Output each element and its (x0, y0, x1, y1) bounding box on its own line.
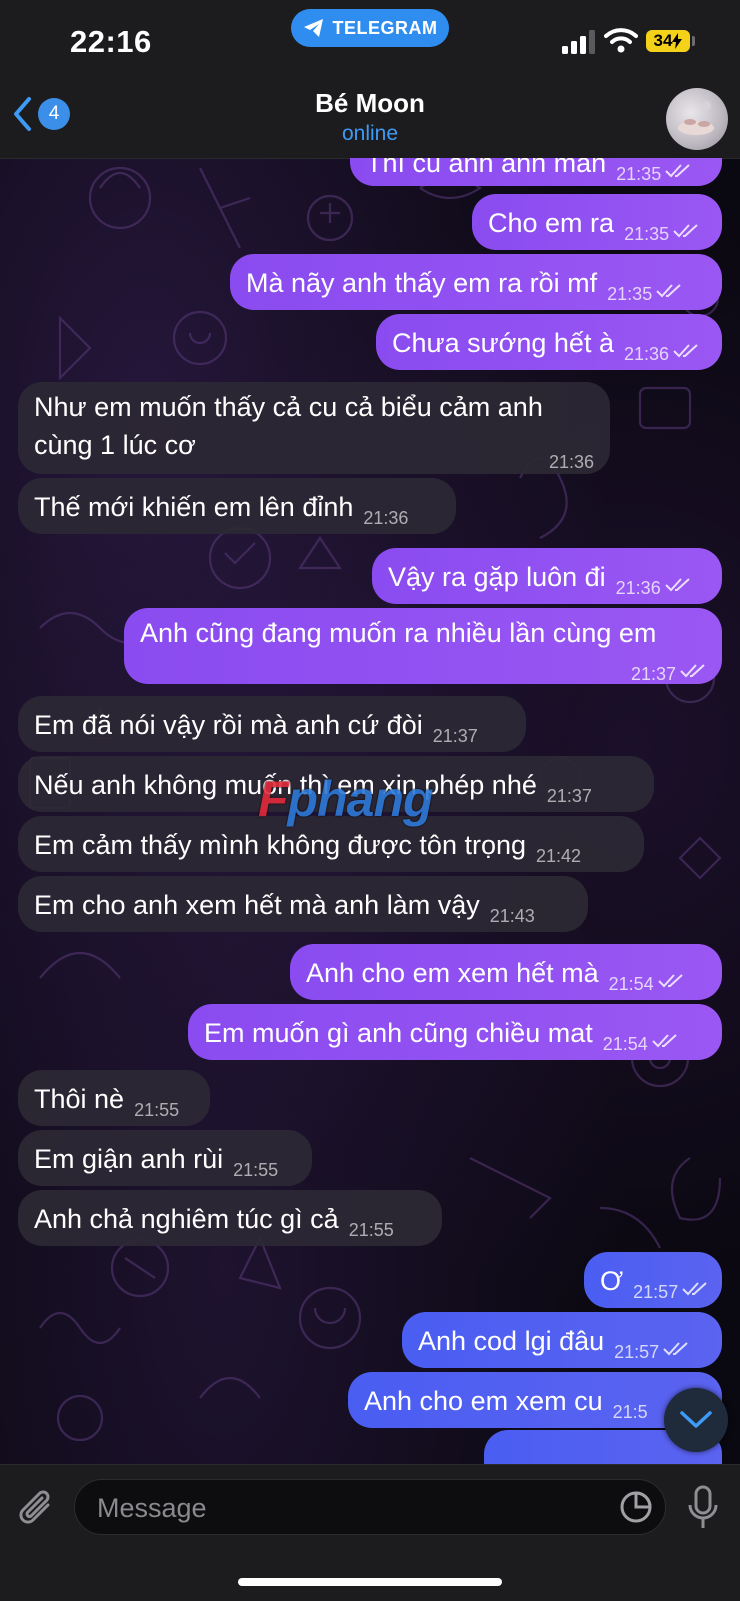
message-outgoing[interactable]: Anh cod lgi đâu 21:57 (402, 1312, 722, 1368)
double-check-icon (680, 664, 705, 678)
message-time: 21:5 (612, 1402, 648, 1422)
message-outgoing[interactable]: Em muốn gì anh cũng chiều mat 21:54 (188, 1004, 722, 1060)
message-outgoing[interactable]: Vậy ra gặp luôn đi 21:36 (372, 548, 722, 604)
message-text: Anh chả nghiêm túc gì cả (34, 1204, 339, 1234)
message-time: 21:35 (616, 164, 662, 184)
message-text: Em cảm thấy mình không được tôn trọng (34, 830, 527, 860)
avatar[interactable] (666, 88, 728, 150)
message-text: Anh cho em xem cu (364, 1386, 603, 1416)
message-text: Em cho anh xem hết mà anh làm vậy (34, 890, 480, 920)
message-outgoing[interactable]: Anh cho em xem hết mà 21:54 (290, 944, 722, 1000)
telegram-pill[interactable]: TELEGRAM (291, 9, 449, 47)
message-time: 21:42 (536, 846, 582, 866)
signal-icon (562, 30, 595, 54)
message-text: Chưa sướng hết à (392, 328, 614, 358)
message-outgoing[interactable]: Ơ 21:57 (584, 1252, 722, 1308)
message-text: Em muốn gì anh cũng chiều mat (204, 1018, 593, 1048)
message-text: Anh cũng đang muốn ra nhiều lần cùng em (140, 618, 657, 648)
double-check-icon (657, 974, 683, 988)
home-indicator (238, 1578, 502, 1586)
battery-level: 34 (653, 31, 673, 50)
message-time: 21:37 (630, 664, 676, 684)
message-time: 21:37 (432, 726, 478, 746)
message-text: Mà nãy anh thấy em ra rồi mf (246, 268, 598, 298)
message-outgoing[interactable]: Thì cu anh anh mãn 21:35 (350, 158, 722, 186)
message-time: 21:35 (607, 284, 653, 304)
microphone-icon[interactable] (686, 1485, 720, 1531)
message-time: 21:36 (363, 508, 409, 528)
avatar-image (678, 101, 714, 135)
status-time: 22:16 (70, 24, 152, 59)
message-incoming[interactable]: Em cho anh xem hết mà anh làm vậy 21:43 (18, 876, 588, 932)
message-incoming[interactable]: Thế mới khiến em lên đỉnh 21:36 (18, 478, 456, 534)
scroll-down-button[interactable] (664, 1388, 728, 1452)
message-text: Thế mới khiến em lên đỉnh (34, 492, 354, 522)
message-input[interactable] (95, 1490, 579, 1526)
message-outgoing[interactable]: Anh cũng đang muốn ra nhiều lần cùng em … (124, 608, 722, 684)
paperclip-icon[interactable] (18, 1487, 58, 1531)
message-text: Em giận anh rùi (34, 1144, 224, 1174)
watermark-logo: Fphang (258, 770, 434, 828)
chat-status: online (341, 122, 399, 145)
message-time: 21:54 (602, 1034, 648, 1054)
message-time: 21:55 (348, 1220, 394, 1240)
message-time: 21:36 (615, 578, 661, 598)
message-time: 21:55 (233, 1160, 279, 1180)
message-incoming[interactable]: Em giận anh rùi 21:55 (18, 1130, 312, 1186)
message-text: Anh cho em xem hết mà (306, 958, 599, 988)
double-check-icon (652, 1034, 677, 1048)
message-time: 21:35 (624, 224, 670, 244)
double-check-icon (656, 284, 681, 298)
battery-indicator: 34 (646, 30, 690, 52)
message-time: 21:43 (489, 906, 535, 926)
message-incoming[interactable]: Em đã nói vậy rồi mà anh cứ đòi 21:37 (18, 696, 526, 752)
telegram-icon (303, 19, 323, 37)
message-text: Anh cod lgi đâu (418, 1326, 605, 1356)
message-incoming[interactable]: Anh chả nghiêm túc gì cả 21:55 (18, 1190, 442, 1246)
chevron-down-icon (680, 1411, 712, 1428)
message-outgoing[interactable]: Mà nãy anh thấy em ra rồi mf 21:35 (230, 254, 722, 310)
message-field[interactable] (74, 1479, 666, 1535)
message-time: 21:54 (608, 974, 654, 994)
sticker-icon[interactable] (619, 1490, 653, 1524)
top-bar: 22:16 TELEGRAM 34 4 Bé Moon online (0, 0, 740, 159)
double-check-icon (665, 164, 690, 178)
telegram-pill-label: TELEGRAM (332, 17, 438, 38)
double-check-icon (673, 224, 698, 238)
chat-title[interactable]: Bé Moon (0, 88, 740, 119)
message-text: Ơ (600, 1266, 624, 1296)
watermark-blue: phang (287, 771, 434, 827)
double-check-icon (663, 1342, 688, 1356)
message-time: 21:57 (614, 1342, 660, 1362)
message-time: 21:36 (623, 344, 670, 364)
charging-bolt-icon (672, 33, 683, 49)
message-outgoing[interactable]: Chưa sướng hết à 21:36 (376, 314, 722, 370)
message-incoming[interactable]: Như em muốn thấy cả cu cả biểu cảm anh c… (18, 382, 610, 474)
message-time: 21:37 (546, 786, 592, 806)
message-time: 21:57 (633, 1282, 679, 1302)
double-check-icon (664, 578, 690, 592)
double-check-icon (673, 344, 698, 358)
watermark-red: F (258, 771, 289, 827)
message-text: Vậy ra gặp luôn đi (388, 562, 606, 592)
message-text: Cho em ra (488, 208, 615, 238)
message-time: 21:36 (548, 452, 594, 472)
message-text: Em đã nói vậy rồi mà anh cứ đòi (34, 710, 423, 740)
double-check-icon (682, 1282, 707, 1296)
battery-tip (692, 36, 695, 46)
message-incoming[interactable]: Thôi nè 21:55 (18, 1070, 210, 1126)
message-outgoing[interactable]: Cho em ra 21:35 (472, 194, 722, 250)
wifi-icon (604, 28, 638, 53)
message-text: Thôi nè (34, 1084, 125, 1114)
message-text: Thì cu anh anh mãn (366, 158, 607, 178)
message-time: 21:55 (134, 1100, 180, 1120)
